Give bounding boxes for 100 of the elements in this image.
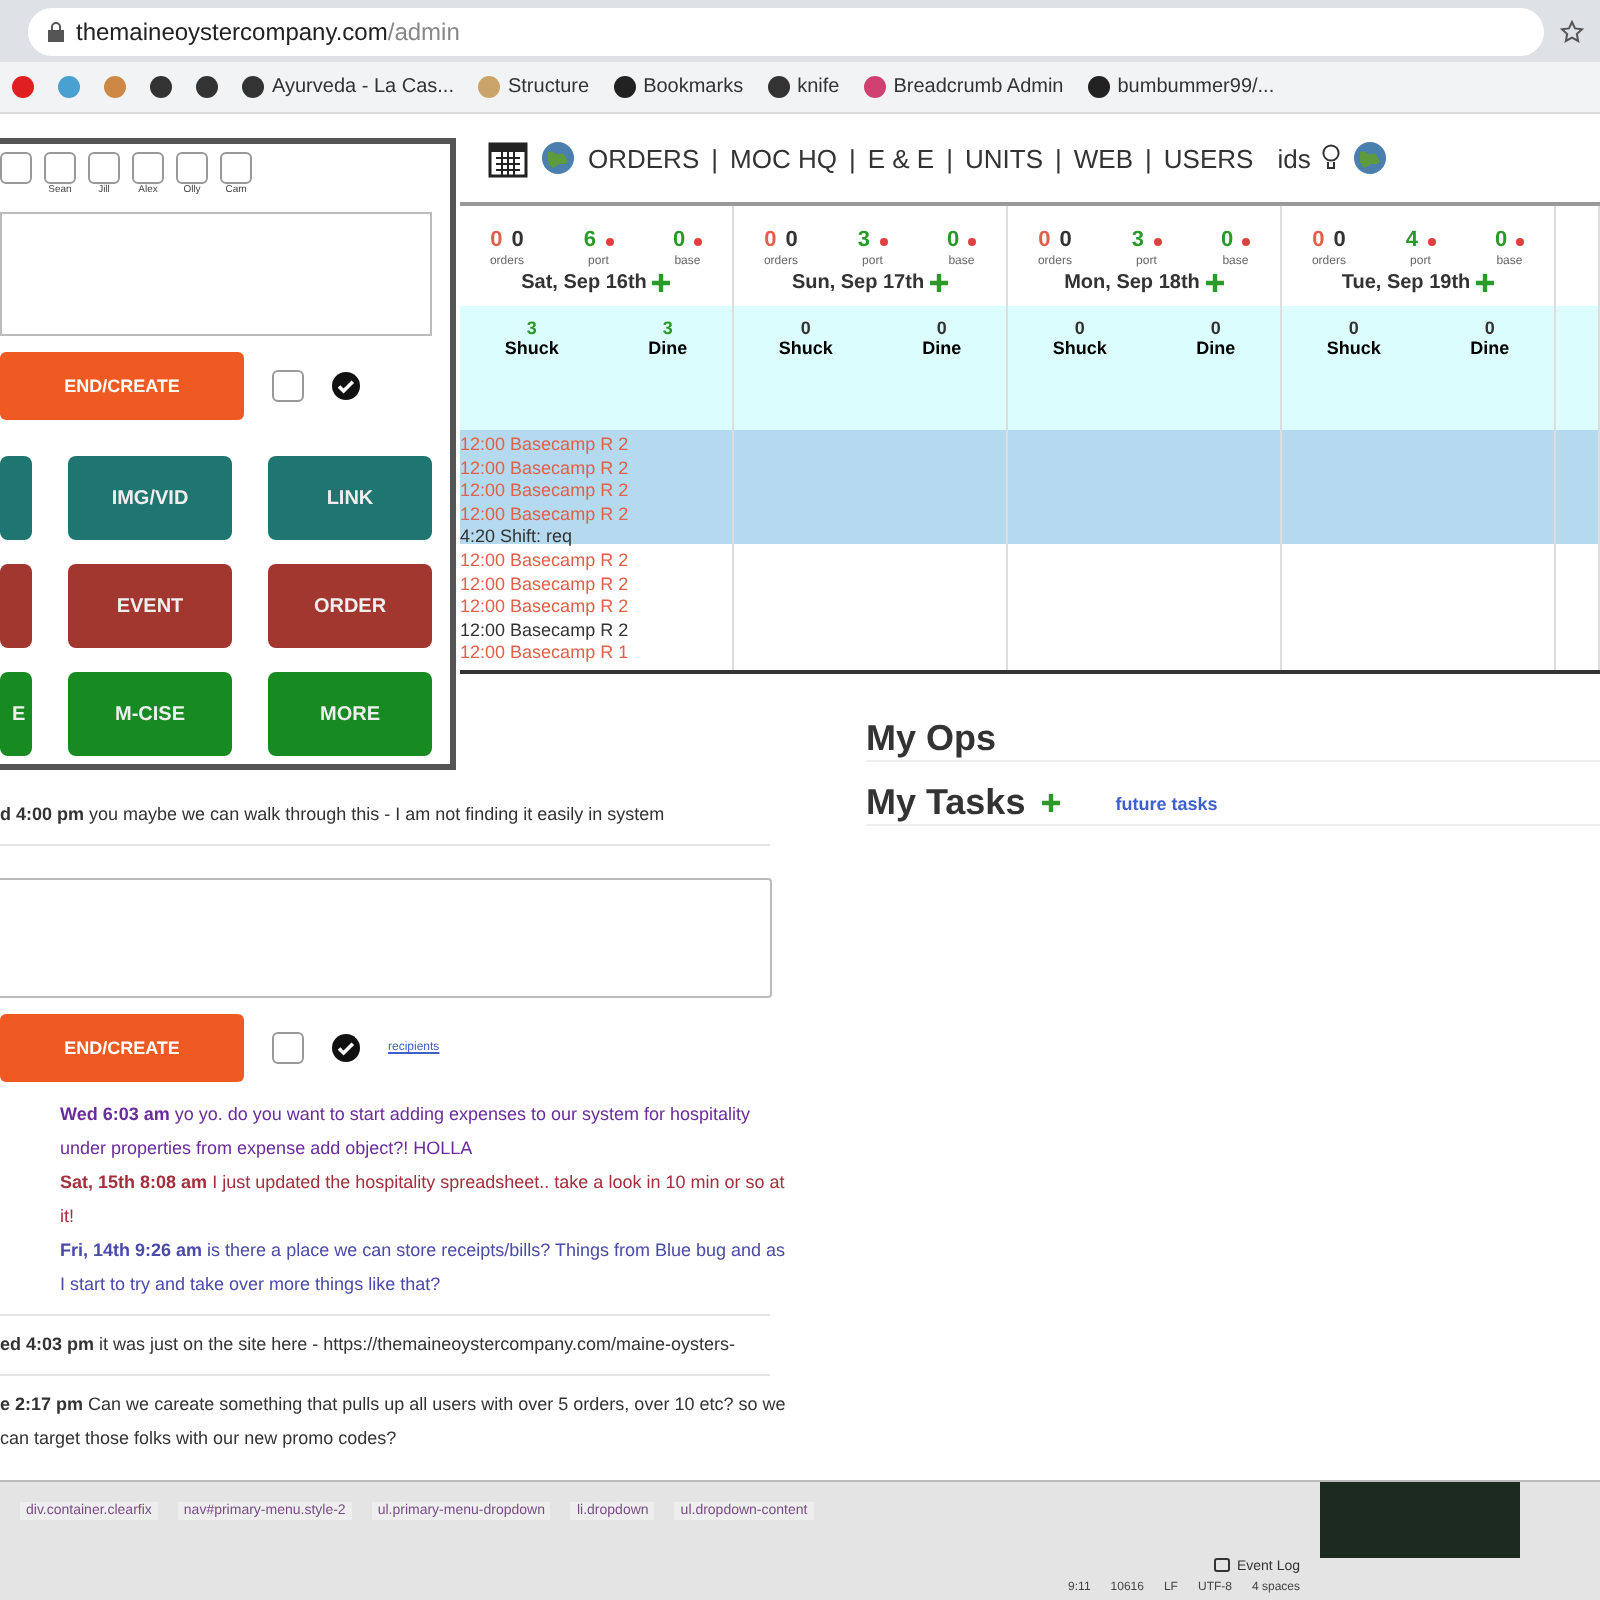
alert-dot-icon [968,237,977,245]
message-input[interactable] [0,878,772,998]
orders-count: 0 [1312,227,1325,251]
calendar-event[interactable]: 12:00 Basecamp R 2 [460,549,732,574]
speech-bubble-icon[interactable] [1214,1558,1231,1574]
shuck-label: Shuck [504,338,559,358]
bookmark[interactable]: knife [767,76,840,98]
recipient-checkbox[interactable] [176,152,208,184]
shuck-count: 3 [526,318,537,338]
dine-label: Dine [1470,338,1510,358]
star-icon[interactable] [1560,19,1584,43]
address-bar[interactable]: themaineoystercompany.com/admin [28,7,1544,55]
check-circle-icon[interactable] [332,372,360,400]
base-count: 0 [1220,227,1234,251]
bookmark[interactable]: Structure [477,76,590,98]
nav-link[interactable]: ORDERS [588,143,700,173]
action-button[interactable]: M-CISE [68,672,232,756]
notify-checkbox[interactable] [272,1032,304,1064]
base-count: 0 [672,227,686,251]
lightbulb-icon[interactable] [1322,144,1341,172]
recipient-checkbox[interactable] [132,152,164,184]
dine-count: 0 [1484,318,1495,338]
action-button[interactable] [0,564,32,648]
nav-link[interactable]: E & E [867,143,935,173]
port-count: 4 [1405,227,1419,251]
favicon-icon [1087,76,1110,98]
nav-separator: | [946,143,953,173]
alert-dot-icon [1516,237,1525,245]
recipient-checkbox[interactable] [88,152,120,184]
calendar-event[interactable]: 12:00 Basecamp R 2 [460,573,732,597]
globe-icon[interactable] [1352,140,1389,176]
bookmark[interactable]: bumbummer99/... [1087,76,1275,98]
nav-link[interactable]: MOC HQ [730,143,837,173]
section-title: My Tasks [866,782,1026,824]
bookmark[interactable]: Ayurveda - La Cas... [242,76,454,98]
add-icon[interactable] [652,273,671,291]
calendar-icon[interactable] [488,138,528,178]
calendar-event[interactable]: 12:00 Basecamp R 2 [460,596,732,620]
action-button[interactable]: ORDER [268,564,432,648]
globe-icon[interactable] [540,140,576,176]
favicon-icon [58,76,80,98]
favicon-icon [767,76,790,98]
favicon-icon [196,76,218,98]
base-count: 0 [1494,227,1508,251]
recipient-checkbox[interactable] [0,152,32,184]
section-title: My Ops [866,718,997,760]
orders-count: 0 [785,227,798,251]
popup-message-input[interactable] [0,212,432,336]
add-icon[interactable] [1041,794,1060,812]
orders-count: 0 [1333,227,1346,251]
base-count: 0 [946,227,960,251]
bookmark[interactable]: Breadcrumb Admin [863,76,1064,98]
action-button[interactable]: MORE [268,672,432,756]
check-circle-icon[interactable] [332,1034,360,1062]
orders-count: 0 [764,227,777,251]
favicon-icon [613,76,636,98]
dine-label: Dine [648,338,688,358]
add-icon[interactable] [930,273,949,291]
send-create-button[interactable]: END/CREATE [0,1014,244,1082]
dine-label: Dine [922,338,962,358]
nav-link[interactable]: UNITS [965,143,1043,173]
alert-dot-icon [1242,237,1251,245]
dine-count: 0 [1210,318,1221,338]
calendar-event[interactable]: 12:00 Basecamp R 2 [460,619,732,643]
day-date: Mon, Sep 18th [1064,271,1200,293]
calendar-event[interactable]: 12:00 Basecamp R 1 [460,642,732,666]
recipient-checkbox[interactable] [44,152,76,184]
nav-separator: | [1145,143,1152,173]
add-icon[interactable] [1476,273,1495,291]
message: ed 4:03 pm it was just on the site here - https://themaineoystercompany.com/maine-oysters- [0,1332,738,1358]
port-count: 6 [583,227,597,251]
recipient-checkbox[interactable] [220,152,252,184]
nav-link[interactable]: USERS [1163,143,1254,173]
message: Sat, 15th 8:08 am I just updated the hospitality spreadsheet.. take a look in 10 min or so at it! [58,1170,787,1230]
orders-count: 0 [1038,227,1051,251]
action-button[interactable]: IMG/VID [68,456,232,540]
notify-checkbox[interactable] [272,370,304,402]
favicon-icon [150,76,172,98]
favicon-icon [242,76,264,98]
url-text: themaineoystercompany.com/admin [76,17,460,45]
future-tasks-link[interactable]: future tasks [1115,793,1218,813]
calendar-event[interactable]: 4:20 Shift: req [460,526,732,550]
send-create-button[interactable]: END/CREATE [0,352,244,420]
nav-link[interactable]: ids [1277,143,1311,173]
nav-separator: | [711,143,719,173]
bookmark[interactable]: Bookmarks [613,76,744,98]
nav-link[interactable]: WEB [1073,143,1134,173]
shuck-label: Shuck [778,338,833,358]
orders-count: 0 [511,227,524,251]
shuck-label: Shuck [1052,338,1107,358]
dine-count: 3 [662,318,673,338]
shuck-count: 0 [1348,318,1359,338]
shuck-count: 0 [1074,318,1085,338]
action-button[interactable]: LINK [268,456,432,540]
action-button[interactable]: EVENT [68,564,232,648]
lock-icon [48,21,64,41]
alert-dot-icon [1153,237,1161,245]
action-button[interactable] [0,456,32,540]
add-icon[interactable] [1205,273,1224,291]
action-button[interactable]: E [0,672,32,756]
